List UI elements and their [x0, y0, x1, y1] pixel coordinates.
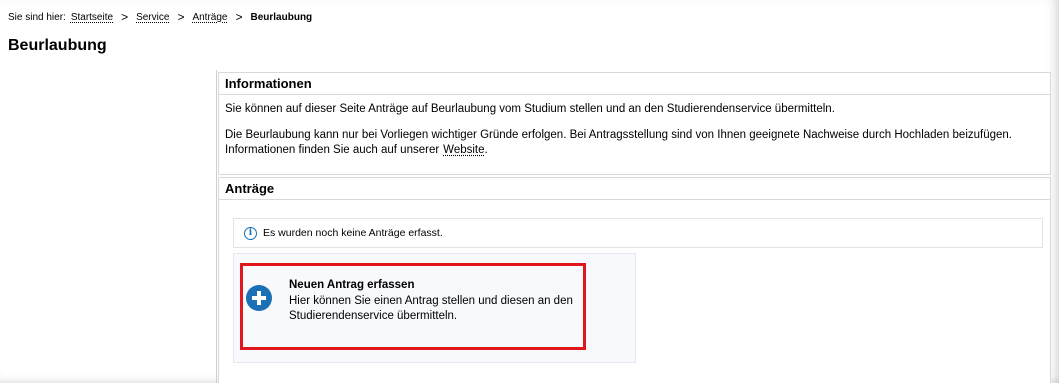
info-section-heading: Informationen — [219, 73, 1050, 95]
breadcrumb-link-startseite[interactable]: Startseite — [71, 12, 113, 23]
info-section: Informationen Sie können auf dieser Seit… — [218, 72, 1051, 175]
antraege-section-heading: Anträge — [219, 178, 1050, 200]
new-request-description: Hier können Sie einen Antrag stellen und… — [289, 295, 573, 322]
info-icon: i — [244, 226, 257, 240]
breadcrumb-link-service[interactable]: Service — [136, 12, 169, 23]
breadcrumb-current: Beurlaubung — [250, 11, 313, 23]
info-paragraph-2-line1: Die Beurlaubung kann nur bei Vorliegen w… — [225, 129, 1012, 141]
info-paragraph-2: Die Beurlaubung kann nur bei Vorliegen w… — [225, 128, 1044, 158]
breadcrumb: Sie sind hier: Startseite > Service > An… — [8, 10, 312, 24]
breadcrumb-prefix: Sie sind hier: — [8, 11, 66, 23]
info-section-body: Sie können auf dieser Seite Anträge auf … — [219, 95, 1050, 158]
breadcrumb-link-antraege[interactable]: Anträge — [192, 12, 227, 23]
plus-circle-icon[interactable] — [246, 285, 272, 311]
breadcrumb-separator-icon: > — [121, 10, 129, 24]
plus-icon-glyph — [252, 291, 266, 305]
info-paragraph-2-line2: Informationen finden Sie auch auf unsere… — [225, 144, 440, 156]
breadcrumb-separator-icon: > — [235, 10, 243, 24]
empty-notice: i Es wurden noch keine Anträge erfasst. — [233, 218, 1043, 248]
empty-notice-text: Es wurden noch keine Anträge erfasst. — [263, 227, 443, 239]
breadcrumb-separator-icon: > — [177, 10, 185, 24]
website-link[interactable]: Website — [443, 144, 484, 156]
new-request-title[interactable]: Neuen Antrag erfassen — [289, 279, 414, 291]
page-title: Beurlaubung — [8, 37, 107, 54]
info-paragraph-1: Sie können auf dieser Seite Anträge auf … — [225, 103, 835, 115]
info-link-suffix: . — [484, 144, 488, 156]
